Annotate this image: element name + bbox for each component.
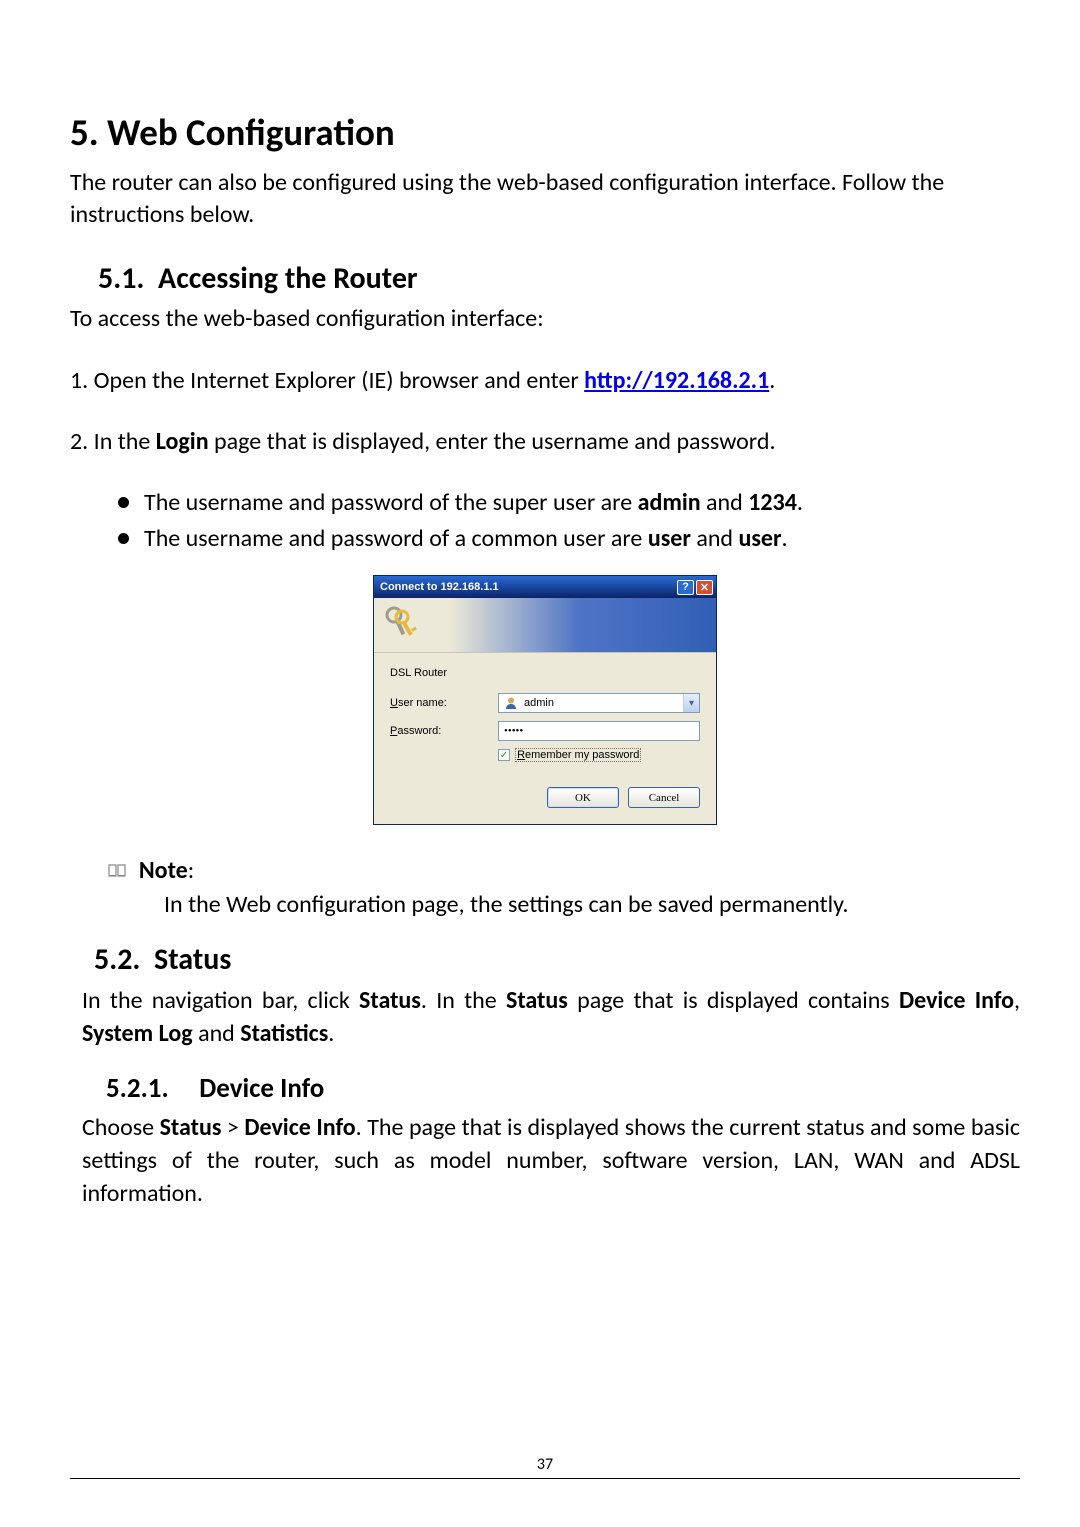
remember-checkbox[interactable]: ✓ xyxy=(498,749,510,761)
intro-paragraph: The router can also be configured using … xyxy=(70,167,1020,232)
list-item: The username and password of a common us… xyxy=(110,522,1020,556)
close-button[interactable]: ✕ xyxy=(696,580,713,595)
chevron-down-icon[interactable]: ▾ xyxy=(683,694,699,712)
subsection-5-1: 5.1. Accessing the Router xyxy=(98,260,1020,297)
dialog-title: Connect to 192.168.1.1 xyxy=(380,581,499,593)
section-heading: 5. Web Configuration xyxy=(70,110,1020,155)
password-mask: ••••• xyxy=(504,725,523,737)
footer-rule xyxy=(70,1478,1020,1479)
note-text: In the Web configuration page, the setti… xyxy=(164,889,1020,921)
subsection-5-2: 5.2. Status xyxy=(94,941,1020,978)
cancel-button[interactable]: Cancel xyxy=(628,787,700,808)
device-info-paragraph: Choose Status > Device Info. The page th… xyxy=(82,1111,1020,1210)
realm-label: DSL Router xyxy=(390,667,700,679)
username-field[interactable]: admin ▾ xyxy=(498,693,700,713)
note-block: Note: In the Web configuration page, the… xyxy=(106,855,1020,921)
list-item: The username and password of the super u… xyxy=(110,486,1020,520)
username-value: admin xyxy=(524,697,554,709)
step1-text: 1. Open the Internet Explorer (IE) brows… xyxy=(70,366,584,395)
subsection-title: Accessing the Router xyxy=(158,260,418,297)
keys-icon xyxy=(380,603,420,648)
dialog-figure: Connect to 192.168.1.1 ? ✕ DSL Rou xyxy=(70,575,1020,825)
subsection-number: 5.1. xyxy=(98,260,144,297)
step-2: 2. In the Login page that is displayed, … xyxy=(70,426,1020,458)
dialog-titlebar: Connect to 192.168.1.1 ? ✕ xyxy=(374,576,716,598)
auth-dialog: Connect to 192.168.1.1 ? ✕ DSL Rou xyxy=(373,575,717,825)
status-paragraph: In the navigation bar, click Status. In … xyxy=(82,984,1020,1050)
remember-label[interactable]: Remember my password xyxy=(515,748,641,762)
step-1: 1. Open the Internet Explorer (IE) brows… xyxy=(70,365,1020,397)
page-number: 37 xyxy=(70,1455,1020,1474)
router-url-link[interactable]: http://192.168.2.1 xyxy=(584,366,769,395)
subsubsection-5-2-1: 5.2.1. Device Info xyxy=(106,1072,1020,1105)
subsection-title: Status xyxy=(154,941,231,978)
password-label: Password: xyxy=(390,725,498,737)
password-field[interactable]: ••••• xyxy=(498,721,700,741)
subsection-number: 5.2. xyxy=(94,941,140,978)
page-footer: 37 xyxy=(70,1455,1020,1479)
book-icon xyxy=(106,856,128,888)
help-button[interactable]: ? xyxy=(677,580,694,595)
step1-suffix: . xyxy=(769,366,775,395)
access-intro: To access the web-based configuration in… xyxy=(70,303,1020,335)
credential-bullets: The username and password of the super u… xyxy=(110,486,1020,555)
user-icon xyxy=(504,696,518,710)
username-label: User name: xyxy=(390,697,498,709)
note-label: Note xyxy=(139,856,188,885)
ok-button[interactable]: OK xyxy=(547,787,619,808)
subsubsection-number: 5.2.1. xyxy=(106,1072,169,1105)
subsubsection-title: Device Info xyxy=(199,1072,324,1105)
dialog-banner xyxy=(374,598,716,653)
